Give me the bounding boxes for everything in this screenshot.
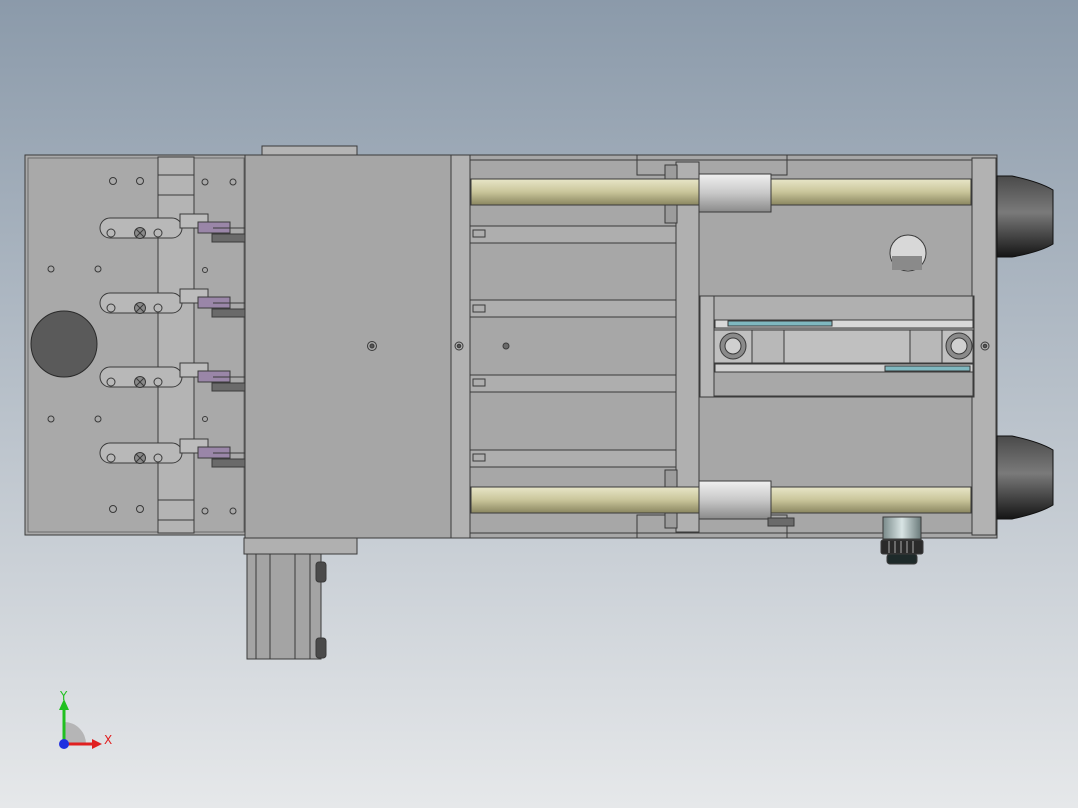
center-block[interactable] bbox=[243, 145, 452, 555]
y-axis-label: Y bbox=[59, 689, 68, 703]
nozzle-bottom[interactable] bbox=[996, 435, 1054, 520]
left-clamp-plate[interactable] bbox=[24, 154, 248, 536]
sensor-slot-top bbox=[727, 320, 833, 327]
cad-drawing: Y X bbox=[0, 0, 1078, 808]
round-port bbox=[30, 310, 98, 378]
x-axis-label: X bbox=[104, 733, 112, 747]
cad-viewport[interactable]: Y X bbox=[0, 0, 1078, 808]
nozzle-top[interactable] bbox=[996, 175, 1054, 258]
lower-slide-actuator[interactable] bbox=[246, 553, 327, 660]
linear-module[interactable] bbox=[699, 295, 975, 398]
sensor-slot-bottom bbox=[884, 365, 971, 372]
z-axis-dot bbox=[59, 739, 69, 749]
